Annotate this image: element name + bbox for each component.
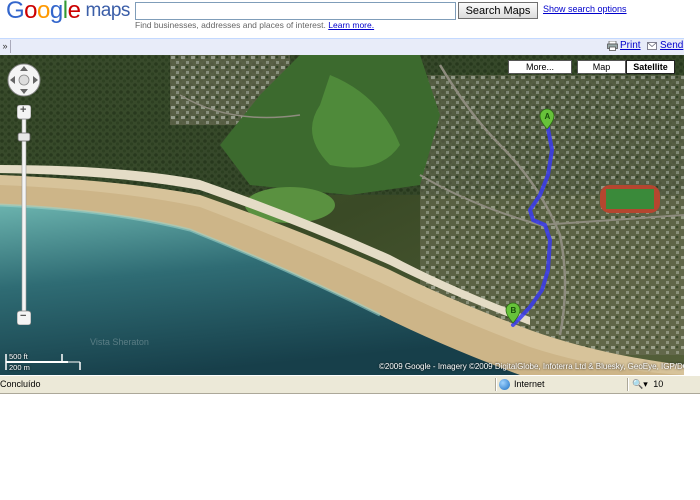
collapse-panel-button[interactable]: » [0, 40, 11, 53]
map-watermark: Vista Sheraton [90, 337, 149, 347]
print-link[interactable]: Print [620, 40, 641, 51]
search-maps-button[interactable]: Search Maps [458, 2, 538, 19]
map-copyright: ©2009 Google - Imagery ©2009 DigitalGlob… [379, 362, 684, 371]
google-maps-logo[interactable]: Google maps [6, 0, 130, 27]
marker-b-label: B [511, 306, 517, 315]
security-zone-label: Internet [514, 379, 545, 389]
scale-ft: 500 ft [9, 352, 28, 361]
pan-control[interactable] [7, 63, 41, 97]
more-layers-button[interactable]: More... [508, 60, 572, 74]
send-link[interactable]: Send [660, 40, 683, 51]
zoom-in-label[interactable]: + [20, 104, 26, 116]
zoom-level-control[interactable]: 🔍▾ 10 [632, 379, 663, 390]
mail-icon[interactable] [647, 42, 657, 50]
zoom-level-text: 10 [653, 379, 664, 389]
zoom-magnifier-icon: 🔍▾ [632, 379, 648, 389]
status-divider [627, 378, 629, 391]
satellite-imagery[interactable]: Vista Sheraton A B [0, 55, 684, 375]
zoom-out-label[interactable]: − [20, 310, 26, 322]
satellite-map[interactable]: Vista Sheraton A B More... Map Satellite [0, 55, 684, 375]
status-text: Concluído [0, 379, 41, 389]
internet-globe-icon [499, 379, 510, 390]
search-input[interactable] [135, 2, 456, 20]
satellite-view-button[interactable]: Satellite [626, 60, 675, 74]
zoom-handle [17, 132, 31, 142]
marker-a-label: A [545, 112, 551, 121]
logo-maps-text: maps [85, 0, 130, 21]
hint-text: Find businesses, addresses and places of… [135, 20, 326, 30]
status-divider [495, 378, 497, 391]
map-view-button[interactable]: Map [577, 60, 626, 74]
printer-icon[interactable] [607, 41, 618, 51]
scale-m: 200 m [9, 363, 30, 372]
browser-status-bar: Concluído Internet 🔍▾ 10 [0, 375, 700, 394]
learn-more-link[interactable]: Learn more. [328, 20, 374, 30]
search-hint: Find businesses, addresses and places of… [135, 20, 374, 30]
show-search-options-link[interactable]: Show search options [543, 4, 627, 14]
map-toolbar: » Print Send [0, 38, 684, 55]
map-scale: 500 ft 200 m [4, 352, 84, 372]
zoom-control[interactable]: + − [16, 104, 32, 326]
